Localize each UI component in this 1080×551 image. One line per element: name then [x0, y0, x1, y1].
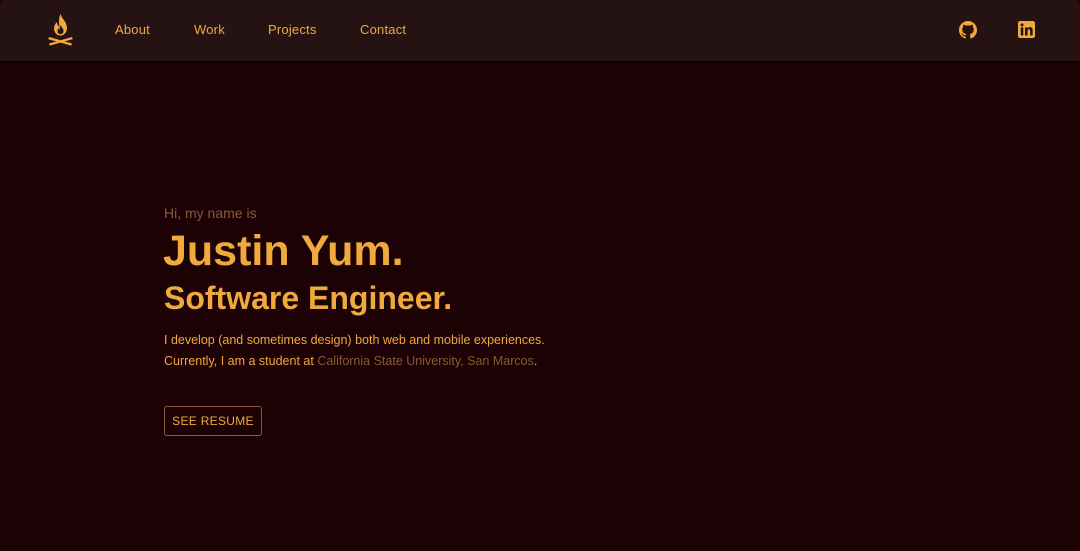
- nav-link-projects[interactable]: Projects: [268, 22, 317, 38]
- nav-link-contact[interactable]: Contact: [360, 22, 406, 38]
- nav-link-about[interactable]: About: [115, 22, 150, 38]
- hero-description-prefix: Currently, I am a student at: [164, 354, 318, 368]
- linkedin-icon[interactable]: [1018, 21, 1036, 39]
- hero-description-line-1: I develop (and sometimes design) both we…: [164, 333, 545, 347]
- hero-description-suffix: .: [533, 354, 538, 368]
- hero-description-line-2: Currently, I am a student at California …: [164, 353, 537, 369]
- github-icon[interactable]: [959, 21, 977, 39]
- see-resume-button[interactable]: SEE RESUME: [164, 406, 262, 436]
- campfire-icon[interactable]: [47, 13, 74, 47]
- hero-name: Justin Yum.: [163, 227, 404, 275]
- navbar: About Work Projects Contact: [0, 0, 1080, 61]
- school-link[interactable]: California State University, San Marcos: [317, 354, 534, 368]
- hero-greeting: Hi, my name is: [164, 205, 257, 221]
- hero-role: Software Engineer.: [164, 280, 453, 316]
- page: About Work Projects Contact Hi, my name …: [0, 0, 1080, 551]
- nav-link-work[interactable]: Work: [194, 22, 225, 38]
